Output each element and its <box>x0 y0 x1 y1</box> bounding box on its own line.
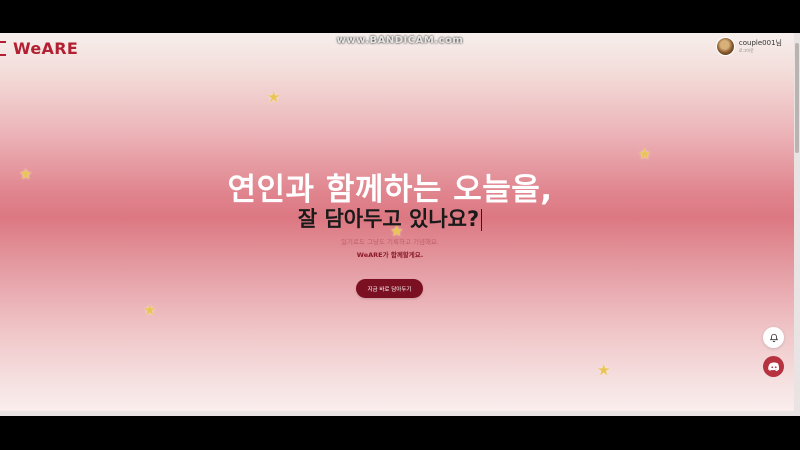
scrollbar-thumb[interactable] <box>795 43 799 153</box>
bell-icon <box>769 333 778 342</box>
star-icon: ★ <box>143 301 157 319</box>
notification-button[interactable] <box>763 327 784 348</box>
text-cursor <box>481 209 483 231</box>
discord-button[interactable] <box>763 356 784 377</box>
logout-link[interactable]: 로그아웃 <box>739 49 782 53</box>
cta-button[interactable]: 지금 바로 담아두기 <box>356 279 423 298</box>
hero-description: 일기로도 그냥도 기록하고 기념해요. <box>341 238 439 246</box>
star-icon: ★ <box>597 361 611 379</box>
star-icon: ★ <box>638 145 652 163</box>
recorder-watermark: www.BANDICAM.com <box>336 35 464 46</box>
hero-subtitle-text: 잘 담아두고 있나요? <box>297 207 480 231</box>
discord-icon <box>767 362 779 371</box>
hero-tagline: WeARE가 함께할게요. <box>356 251 424 259</box>
vertical-scrollbar[interactable] <box>794 33 800 416</box>
app-viewport: WeARE couple001님 로그아웃 ★ ★ ★ ★ ★ ★ 연인과 함께… <box>0 33 800 416</box>
hero-subtitle: 잘 담아두고 있나요? <box>0 203 780 233</box>
horizontal-scrollbar[interactable] <box>0 411 794 416</box>
star-icon: ★ <box>267 88 281 106</box>
